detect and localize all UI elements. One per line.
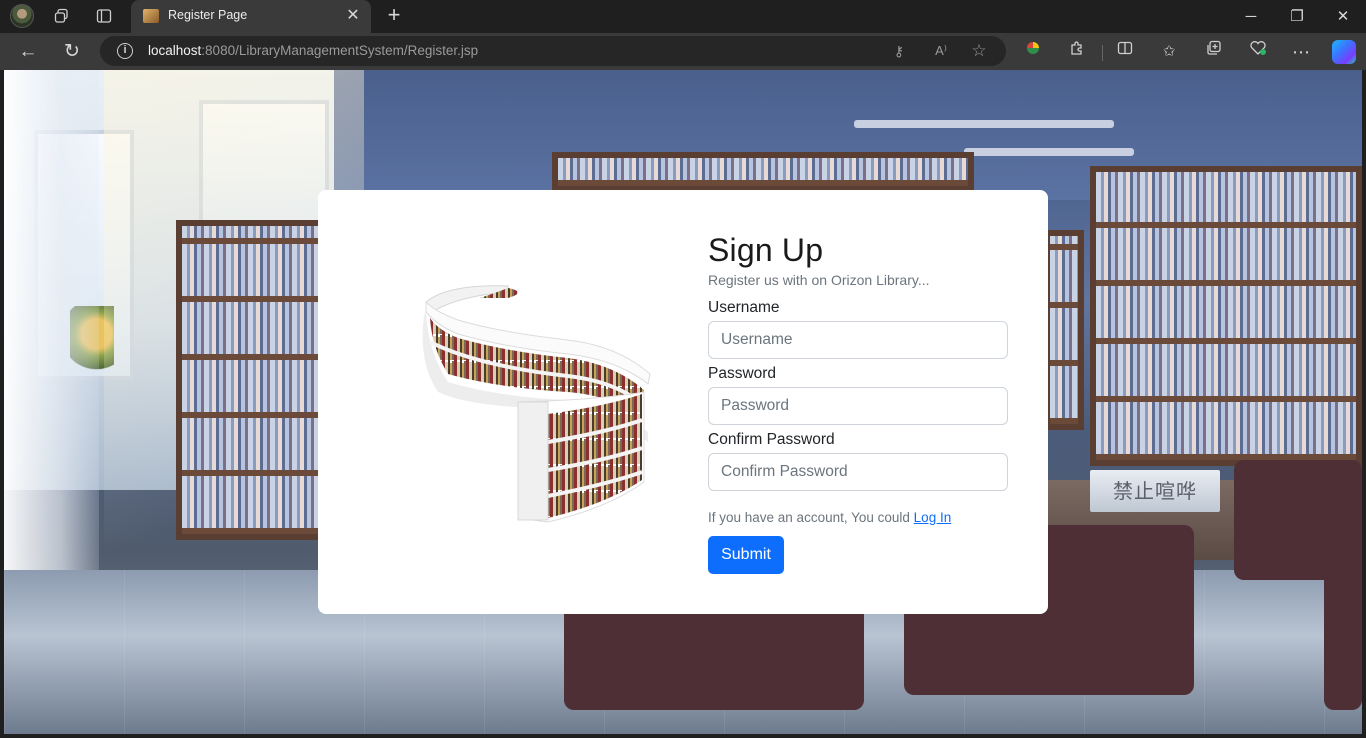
close-icon[interactable]: ✕	[343, 6, 363, 26]
quiet-sign: 禁止喧哗	[1090, 470, 1220, 512]
bookshelf	[1090, 166, 1362, 466]
profile-avatar-icon[interactable]	[10, 4, 34, 28]
page-title: Sign Up	[708, 232, 824, 268]
username-label: Username	[708, 299, 780, 316]
password-input[interactable]	[708, 387, 1008, 425]
tab-actions-icon[interactable]	[91, 4, 117, 28]
address-bar[interactable]: i localhost:8080/LibraryManagementSystem…	[100, 36, 1006, 66]
more-icon[interactable]: ⋯	[1288, 39, 1314, 65]
heart-pulse-icon[interactable]	[1245, 39, 1271, 65]
bookshelf	[176, 220, 326, 540]
bookshelf-illustration	[422, 285, 651, 523]
submit-button[interactable]: Submit	[708, 536, 784, 574]
browser-toolbar: ← ↻ i localhost:8080/LibraryManagementSy…	[0, 33, 1366, 70]
bookshelf	[552, 152, 974, 192]
split-screen-icon[interactable]	[1112, 39, 1138, 65]
signup-card: Sign Up Register us with on Orizon Libra…	[318, 190, 1048, 614]
ceiling-light	[964, 148, 1134, 156]
bookshelf	[1044, 230, 1084, 430]
star-icon[interactable]: ☆	[968, 40, 990, 62]
page-subtitle: Register us with on Orizon Library...	[708, 272, 930, 288]
window-close-icon[interactable]: ✕	[1320, 0, 1366, 33]
login-link[interactable]: Log In	[914, 510, 952, 525]
library-favicon-icon	[143, 9, 159, 23]
ceiling-light	[854, 120, 1114, 128]
info-icon[interactable]: i	[117, 43, 133, 59]
reload-icon[interactable]: ↻	[58, 38, 86, 66]
confirm-password-input[interactable]	[708, 453, 1008, 491]
curtain	[4, 70, 99, 570]
restore-icon[interactable]: ❐	[1274, 0, 1320, 33]
browser-tab-bar: Register Page ✕ + ─ ❐ ✕	[0, 0, 1366, 33]
active-tab[interactable]: Register Page ✕	[131, 0, 371, 33]
minimize-icon[interactable]: ─	[1228, 0, 1274, 33]
tab-title: Register Page	[168, 8, 248, 22]
chair	[1324, 540, 1362, 710]
workspaces-icon[interactable]	[49, 4, 75, 28]
page-viewport: 禁止喧哗 Sign Up Register us with on Orizon …	[4, 70, 1362, 734]
copilot-icon[interactable]	[1332, 40, 1356, 64]
extension-color-icon[interactable]	[1020, 39, 1046, 65]
url-text[interactable]: localhost:8080/LibraryManagementSystem/R…	[148, 43, 478, 58]
favorites-icon[interactable]: ✩	[1156, 39, 1182, 65]
read-aloud-icon[interactable]: A⁾	[930, 40, 952, 62]
plus-icon[interactable]: +	[382, 4, 406, 28]
username-input[interactable]	[708, 321, 1008, 359]
puzzle-icon[interactable]	[1064, 39, 1090, 65]
password-label: Password	[708, 365, 777, 382]
collections-icon[interactable]	[1201, 39, 1227, 65]
key-icon[interactable]: ⚷	[888, 40, 910, 62]
back-arrow-icon[interactable]: ←	[14, 38, 42, 66]
login-hint: If you have an account, You could Log In	[708, 510, 952, 525]
confirm-password-label: Confirm Password	[708, 431, 835, 448]
